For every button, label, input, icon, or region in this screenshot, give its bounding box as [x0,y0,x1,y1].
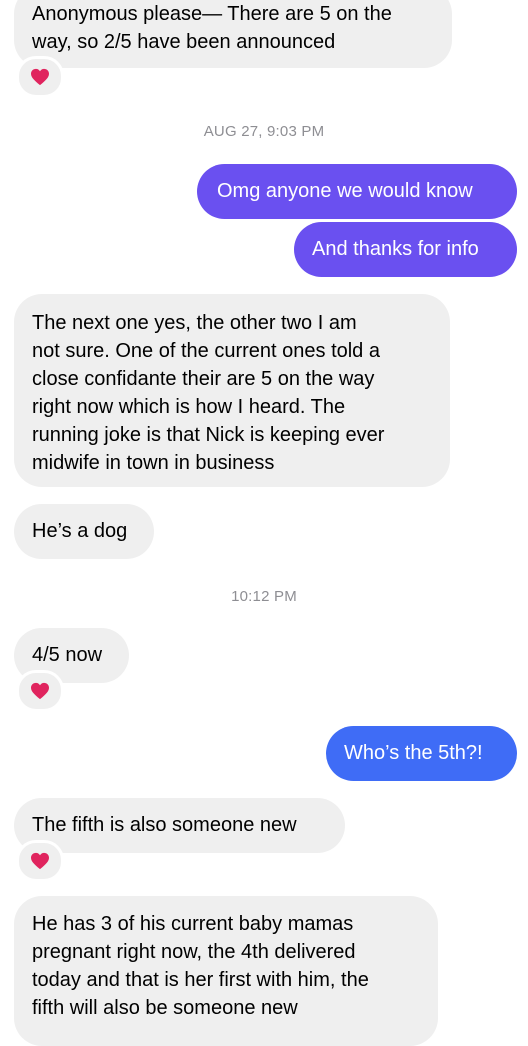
message-line: And thanks for info [312,238,479,260]
timestamp: AUG 27, 9:03 PM [203,123,325,140]
heart-reaction[interactable] [16,840,64,882]
message-line: He’s a dog [32,520,128,542]
message-line: right now which is how I heard. The [32,396,346,418]
message-bubble-sent[interactable]: Who’s the 5th?! [326,726,517,781]
timestamp: 10:12 PM [231,588,297,605]
message-line: He has 3 of his current baby mamas [32,913,354,935]
message-line: The fifth is also someone new [32,814,297,836]
message-line: not sure. One of the current ones told a [32,340,380,362]
message-line: close confidante their are 5 on the way [32,368,375,390]
message-bubble-sent[interactable]: And thanks for info [294,222,517,277]
message-bubble-received[interactable]: The next one yes, the other two I am not… [14,294,450,487]
message-line: pregnant right now, the 4th delivered [32,941,356,963]
message-bubble-received[interactable]: The fifth is also someone new [14,798,345,853]
message-bubble-sent[interactable]: Omg anyone we would know [197,164,517,219]
message-line: running joke is that Nick is keeping eve… [32,424,385,446]
message-line: 4/5 now [32,644,103,666]
message-bubble-received[interactable]: Anonymous please— There are 5 on the way… [14,0,452,68]
heart-icon [31,68,49,86]
message-line: Anonymous please— There are 5 on the [32,3,392,25]
message-line: way, so 2/5 have been announced [32,31,336,53]
heart-reaction[interactable] [16,56,64,98]
message-line: Who’s the 5th?! [344,742,483,764]
message-line: fifth will also be someone new [32,997,298,1019]
message-line: today and that is her first with him, th… [32,969,369,991]
message-bubble-received[interactable]: He’s a dog [14,504,154,559]
heart-icon [31,852,49,870]
heart-icon [31,682,49,700]
message-line: The next one yes, the other two I am [32,312,357,334]
message-line: Omg anyone we would know [217,180,473,202]
heart-reaction[interactable] [16,670,64,712]
message-line: midwife in town in business [32,452,275,474]
